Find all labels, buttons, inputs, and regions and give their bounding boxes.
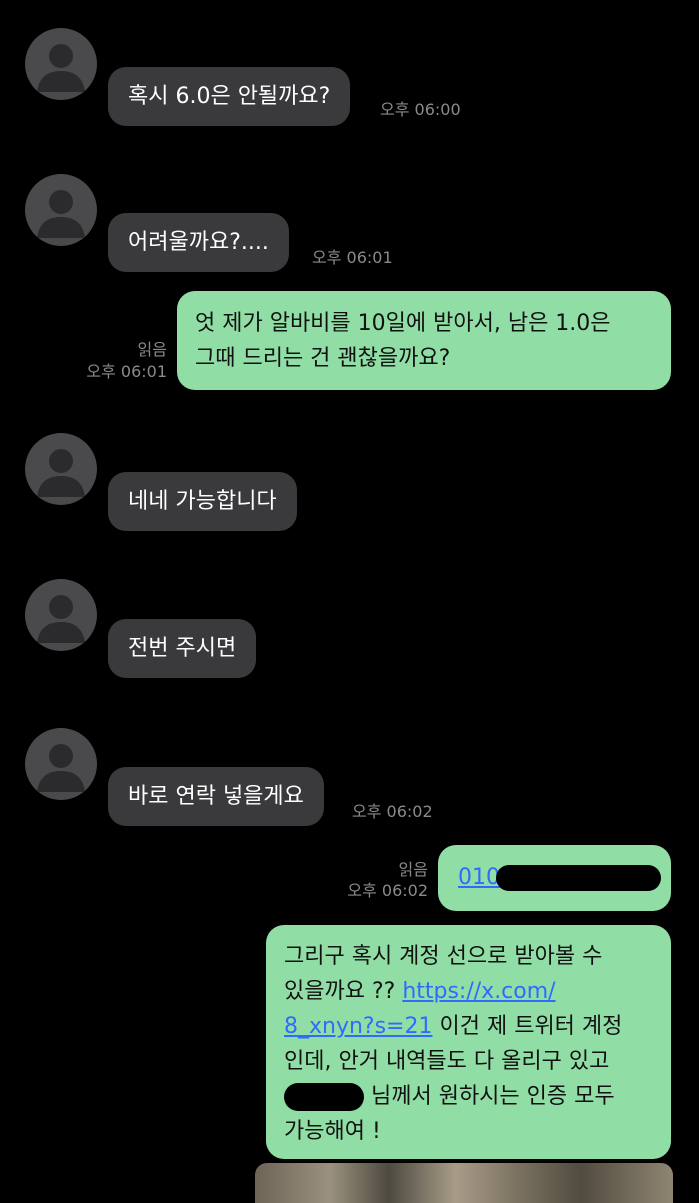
person-silhouette-icon [37,595,85,643]
message-timestamp: 오후 06:00 [380,100,461,119]
message-text-line: 그때 드리는 건 괜찮을까요? [195,346,451,371]
twitter-profile-link[interactable]: https://x.com/ [402,979,555,1004]
person-silhouette-icon [37,449,85,497]
twitter-profile-link[interactable]: 8_xnyn?s=21 [284,1014,433,1039]
message-timestamp: 오후 06:01 [86,362,167,381]
message-text: 네네 가능합니다 [128,489,277,514]
photo-message-thumbnail[interactable] [255,1163,673,1203]
avatar[interactable] [25,174,97,246]
read-receipt: 읽음 [398,860,428,879]
message-text-line: 인데, 안거 내역들도 다 올리구 있고 [284,1049,610,1074]
person-silhouette-icon [37,44,85,92]
outgoing-message-bubble[interactable]: 엇 제가 알바비를 10일에 받아서, 남은 1.0은 그때 드리는 건 괜찮을… [177,291,671,390]
incoming-message-bubble[interactable]: 네네 가능합니다 [108,472,297,531]
avatar[interactable] [25,28,97,100]
person-silhouette-icon [37,744,85,792]
message-text: 전번 주시면 [128,636,237,661]
message-timestamp: 오후 06:02 [347,881,428,900]
avatar[interactable] [25,433,97,505]
message-text: 어려울까요?.... [128,230,269,255]
incoming-message-bubble[interactable]: 혹시 6.0은 안될까요? [108,67,351,126]
phone-number-link[interactable]: 010 [458,865,661,891]
person-silhouette-icon [37,190,85,238]
message-text-line: 있을까요 ?? https://x.com/ [284,979,556,1004]
message-text-line: 가능해여 ! [284,1119,381,1144]
message-text-line: 엇 제가 알바비를 10일에 받아서, 남은 1.0은 [195,311,611,336]
message-text-line: 님께서 원하시는 인증 모두 [284,1079,653,1114]
incoming-message-bubble[interactable]: 전번 주시면 [108,619,257,678]
message-timestamp: 오후 06:01 [312,248,393,267]
avatar[interactable] [25,579,97,651]
message-timestamp: 오후 06:02 [352,802,433,821]
message-text-line: 그리구 혹시 계정 선으로 받아볼 수 [284,944,603,969]
message-text-line: 8_xnyn?s=21 이건 제 트위터 계정 [284,1014,623,1039]
incoming-message-bubble[interactable]: 바로 연락 넣을게요 [108,767,324,826]
read-receipt: 읽음 [137,340,167,359]
message-text: 혹시 6.0은 안될까요? [128,84,331,109]
incoming-message-bubble[interactable]: 어려울까요?.... [108,213,289,272]
outgoing-message-bubble[interactable]: 010 [438,845,671,911]
outgoing-message-bubble[interactable]: 그리구 혹시 계정 선으로 받아볼 수 있을까요 ?? https://x.co… [266,925,671,1159]
redacted-name [284,1083,364,1111]
redacted-phone-number [496,865,661,891]
message-text: 바로 연락 넣을게요 [128,784,304,809]
avatar[interactable] [25,728,97,800]
